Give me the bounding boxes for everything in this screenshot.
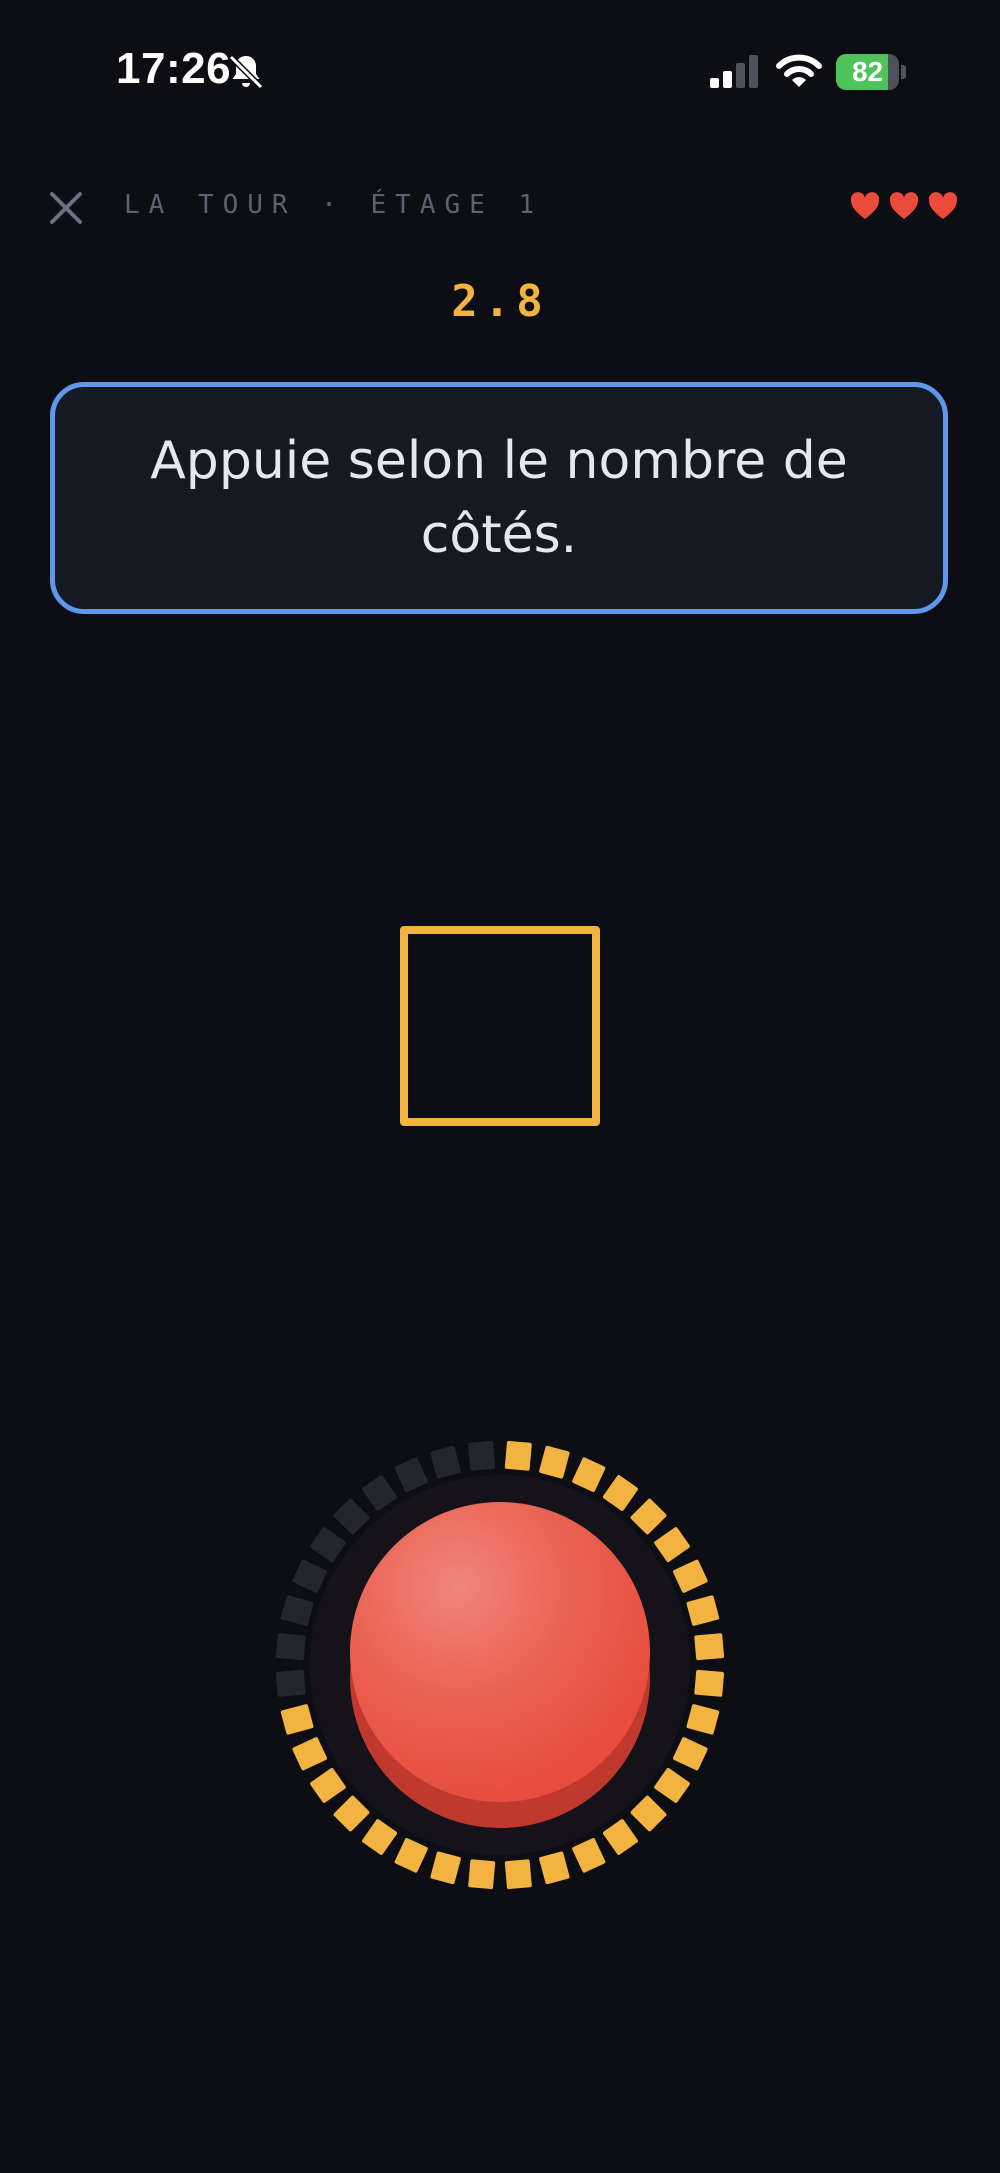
instruction-text: Appuie selon le nombre de côtés. bbox=[150, 431, 848, 565]
progress-segment bbox=[292, 1737, 327, 1771]
wifi-icon bbox=[776, 54, 822, 87]
lives-indicator bbox=[850, 192, 958, 220]
progress-segment bbox=[504, 1859, 532, 1890]
progress-segment bbox=[504, 1440, 532, 1471]
progress-segment bbox=[686, 1595, 720, 1626]
tap-button-top bbox=[350, 1502, 650, 1802]
progress-segment bbox=[539, 1445, 570, 1479]
progress-segment bbox=[394, 1457, 428, 1492]
status-time: 17:26 bbox=[116, 44, 232, 93]
heart-icon bbox=[889, 192, 919, 219]
progress-segment bbox=[654, 1527, 690, 1563]
cellular-signal-icon bbox=[710, 55, 758, 88]
progress-segment bbox=[468, 1440, 496, 1471]
square-shape bbox=[400, 926, 600, 1126]
progress-segment bbox=[430, 1851, 461, 1885]
progress-segment bbox=[275, 1633, 306, 1661]
progress-segment bbox=[572, 1457, 606, 1492]
progress-segment bbox=[694, 1633, 725, 1661]
progress-segment bbox=[430, 1445, 461, 1479]
heart-icon bbox=[850, 192, 880, 219]
progress-segment bbox=[292, 1559, 327, 1593]
level-label: LA TOUR · ÉTAGE 1 bbox=[124, 190, 544, 220]
battery-icon: 82 bbox=[836, 54, 906, 90]
progress-segment bbox=[468, 1859, 496, 1890]
battery-percent: 82 bbox=[851, 56, 884, 87]
countdown-timer: 2.8 bbox=[451, 276, 549, 327]
progress-segment bbox=[673, 1559, 708, 1593]
progress-segment bbox=[275, 1669, 306, 1697]
heart-icon bbox=[928, 192, 958, 219]
progress-segment bbox=[310, 1527, 346, 1563]
progress-segment bbox=[572, 1838, 606, 1873]
tap-button[interactable] bbox=[350, 1502, 650, 1828]
progress-segment bbox=[654, 1767, 690, 1803]
progress-segment bbox=[310, 1767, 346, 1803]
progress-segment bbox=[280, 1704, 314, 1735]
bell-off-icon bbox=[228, 54, 264, 90]
progress-segment bbox=[280, 1595, 314, 1626]
progress-segment bbox=[686, 1704, 720, 1735]
progress-segment bbox=[673, 1737, 708, 1771]
progress-segment bbox=[694, 1669, 725, 1697]
instruction-card: Appuie selon le nombre de côtés. bbox=[50, 382, 948, 614]
close-icon[interactable] bbox=[48, 190, 84, 226]
progress-segment bbox=[394, 1838, 428, 1873]
progress-segment bbox=[539, 1851, 570, 1885]
